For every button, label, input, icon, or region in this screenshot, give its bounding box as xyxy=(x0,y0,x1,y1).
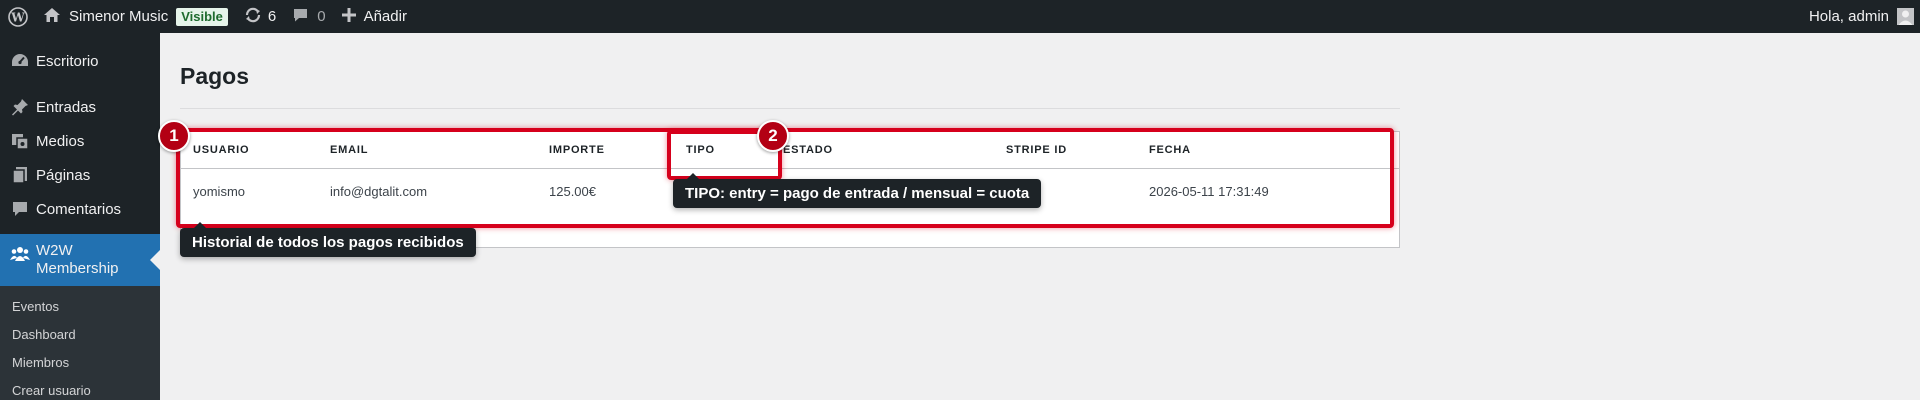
sidebar-item-label: Medios xyxy=(36,132,85,150)
column-header-importe[interactable]: IMPORTE xyxy=(549,144,605,156)
svg-text:W: W xyxy=(10,10,25,24)
annotation-marker-1: 1 xyxy=(158,120,190,152)
home-icon xyxy=(43,7,61,27)
updates-count: 6 xyxy=(267,8,277,25)
submenu: Eventos Dashboard Miembros Crear usuario xyxy=(0,286,160,400)
column-header-stripe-id[interactable]: STRIPE ID xyxy=(1006,144,1067,156)
sidebar-item-entradas[interactable]: Entradas xyxy=(0,90,160,124)
tooltip-tipo: TIPO: entry = pago de entrada / mensual … xyxy=(673,173,1042,208)
column-header-fecha[interactable]: FECHA xyxy=(1149,144,1191,156)
site-name-link[interactable]: Simenor Music Visible xyxy=(35,0,236,33)
column-header-email[interactable]: EMAIL xyxy=(330,144,368,156)
media-icon xyxy=(10,131,30,151)
greeting: Hola, admin xyxy=(1808,8,1889,25)
title-divider xyxy=(180,108,1400,109)
comments-count: 0 xyxy=(317,8,326,25)
column-header-tipo[interactable]: TIPO xyxy=(686,144,715,156)
plus-icon xyxy=(341,7,356,26)
add-new-link[interactable]: Añadir xyxy=(334,0,415,33)
sidebar-item-label: Comentarios xyxy=(36,200,122,218)
admin-bar: W Simenor Music Visible 6 0 Añadir Hola,… xyxy=(0,0,1920,33)
sidebar-item-label: Escritorio xyxy=(36,52,99,70)
cell-email: info@dgtalit.com xyxy=(330,184,428,199)
sidebar-item-w2w-membership[interactable]: W2W Membership xyxy=(0,234,160,286)
my-account[interactable]: Hola, admin xyxy=(1809,8,1920,25)
submenu-item-crear-usuario[interactable]: Crear usuario xyxy=(0,376,160,400)
sidebar-item-paginas[interactable]: Páginas xyxy=(0,158,160,192)
pin-icon xyxy=(10,97,30,117)
comment-icon xyxy=(292,7,309,27)
sidebar-item-label: W2W Membership xyxy=(36,242,119,277)
submenu-item-eventos[interactable]: Eventos xyxy=(0,292,160,320)
add-new-label: Añadir xyxy=(363,8,407,25)
updates-icon xyxy=(244,6,262,28)
wordpress-logo-icon[interactable]: W xyxy=(0,0,35,33)
column-header-usuario[interactable]: USUARIO xyxy=(193,144,249,156)
sidebar-item-label: Entradas xyxy=(36,98,97,116)
avatar xyxy=(1897,8,1914,25)
groups-icon xyxy=(10,244,30,264)
pages-icon xyxy=(10,165,30,185)
sidebar-item-escritorio[interactable]: Escritorio xyxy=(0,44,160,78)
cell-usuario: yomismo xyxy=(193,184,246,199)
admin-sidebar: Escritorio Entradas Medios Páginas Comen… xyxy=(0,33,160,400)
submenu-item-dashboard[interactable]: Dashboard xyxy=(0,320,160,348)
table-header: USUARIO EMAIL IMPORTE TIPO ESTADO STRIPE… xyxy=(181,132,1399,169)
annotation-marker-2: 2 xyxy=(757,120,789,152)
sidebar-item-comentarios[interactable]: Comentarios xyxy=(0,192,160,226)
dashboard-icon xyxy=(10,51,30,71)
column-header-estado[interactable]: ESTADO xyxy=(783,144,833,156)
tooltip-historial: Historial de todos los pagos recibidos xyxy=(180,222,476,257)
sidebar-item-label: Páginas xyxy=(36,166,91,184)
submenu-item-miembros[interactable]: Miembros xyxy=(0,348,160,376)
page-title: Pagos xyxy=(180,63,250,89)
sidebar-item-medios[interactable]: Medios xyxy=(0,124,160,158)
cell-fecha: 2026-05-11 17:31:49 xyxy=(1149,184,1269,199)
main-content: Pagos USUARIO EMAIL IMPORTE TIPO ESTADO … xyxy=(160,33,1920,400)
visible-badge: Visible xyxy=(176,7,228,26)
comments-link[interactable]: 0 xyxy=(284,0,333,33)
site-name: Simenor Music xyxy=(69,8,169,25)
updates-link[interactable]: 6 xyxy=(236,0,284,33)
comment-icon xyxy=(10,199,30,219)
cell-importe: 125.00€ xyxy=(549,184,596,199)
